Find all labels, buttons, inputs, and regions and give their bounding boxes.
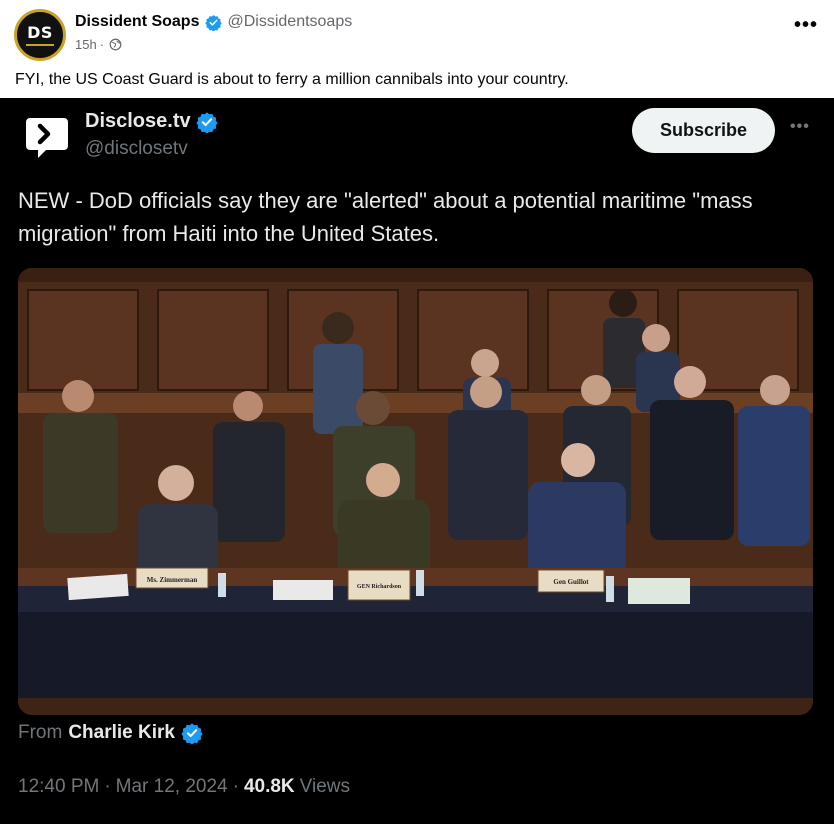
hearing-video-frame: Ms. Zimmerman GEN Richardson Gen Guillot <box>18 268 813 715</box>
embed-views-count: 40.8K <box>243 776 295 797</box>
embed-subscribe-button: Subscribe <box>632 108 775 153</box>
post-more-options-icon[interactable]: ••• <box>794 14 818 37</box>
timestamp-separator: · <box>232 776 239 797</box>
placard-richardson: GEN Richardson <box>357 584 402 590</box>
verified-badge-icon <box>181 723 203 744</box>
verified-badge-icon <box>205 14 223 31</box>
embed-time: 12:40 PM <box>18 776 100 797</box>
post-header: DS Dissident Soaps @Dissidentsoaps 15h ·… <box>0 0 834 66</box>
placard-zimmerman: Ms. Zimmerman <box>147 576 198 584</box>
author-handle[interactable]: @Dissidentsoaps <box>227 13 352 31</box>
disclose-tv-logo-icon <box>26 118 68 158</box>
embed-account-name: Disclose.tv <box>85 110 191 132</box>
hearing-room-illustration: Ms. Zimmerman GEN Richardson Gen Guillot <box>18 268 813 715</box>
from-name: Charlie Kirk <box>68 722 175 743</box>
verified-badge-icon <box>195 111 218 133</box>
author-line: Dissident Soaps @Dissidentsoaps <box>75 13 352 31</box>
post-meta: 15h · <box>75 37 122 52</box>
embedded-tweet-image[interactable]: Disclose.tv @disclosetv Subscribe ••• NE… <box>0 98 834 824</box>
placard-guillot: Gen Guillot <box>553 578 589 586</box>
embed-tweet-text: NEW - DoD officials say they are "alerte… <box>18 188 753 246</box>
post-time[interactable]: 15h <box>75 37 97 52</box>
avatar-initials: DS <box>27 22 53 42</box>
embed-account-handle: @disclosetv <box>85 138 188 159</box>
author-name[interactable]: Dissident Soaps <box>75 13 199 31</box>
from-line: From Charlie Kirk <box>18 722 203 744</box>
embed-views-label: Views <box>299 776 350 797</box>
meta-separator: · <box>99 37 105 52</box>
globe-icon <box>109 38 122 51</box>
embed-timestamp-line: 12:40 PM · Mar 12, 2024 · 40.8K Views <box>18 776 350 798</box>
embed-more-options-icon: ••• <box>790 118 810 135</box>
avatar-underline <box>26 43 54 46</box>
author-avatar[interactable]: DS <box>14 9 66 61</box>
post-text: FYI, the US Coast Guard is about to ferr… <box>15 71 569 88</box>
from-prefix: From <box>18 722 63 743</box>
embed-date: Mar 12, 2024 <box>115 776 228 797</box>
timestamp-separator: · <box>104 776 111 797</box>
embed-account-line: Disclose.tv <box>85 110 218 133</box>
